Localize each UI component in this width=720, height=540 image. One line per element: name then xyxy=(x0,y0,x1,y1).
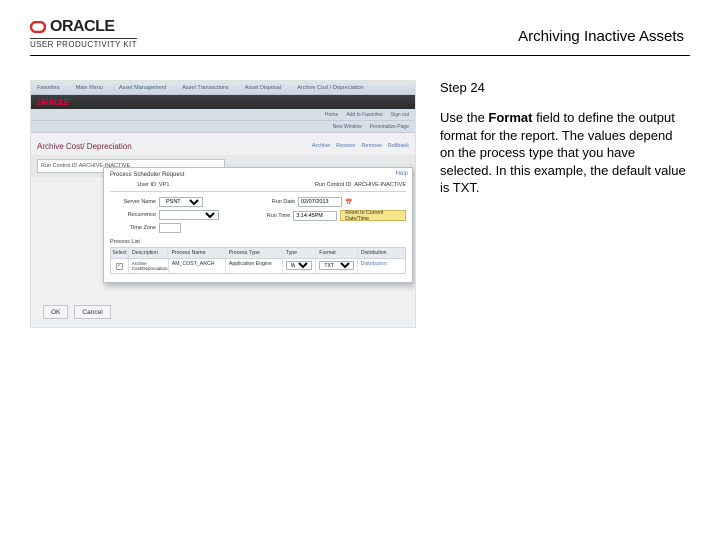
screenshot-panel: Favorites Main Menu Asset Management Ass… xyxy=(30,80,416,328)
modal-title: Process Scheduler Request xyxy=(110,172,406,178)
timezone-label: Time Zone xyxy=(110,225,156,231)
rundate-label: Run Date xyxy=(255,199,295,205)
breadcrumb-actions: New Window Personalize Page xyxy=(31,121,415,133)
nav-item[interactable]: Asset Transactions xyxy=(182,85,228,91)
process-list-header: Process List xyxy=(110,239,406,245)
col-distribution: Distribution xyxy=(358,248,405,258)
cancel-button[interactable]: Cancel xyxy=(74,305,110,319)
instruction-panel: Step 24 Use the Format field to define t… xyxy=(440,80,690,328)
col-process-type: Process Type xyxy=(226,248,283,258)
col-format: Format xyxy=(316,248,357,258)
help-link[interactable]: Help xyxy=(396,171,408,177)
col-type: Type xyxy=(283,248,317,258)
row-select-checkbox[interactable] xyxy=(116,263,123,270)
recurrence-select[interactable] xyxy=(159,210,219,220)
ok-button[interactable]: OK xyxy=(43,305,68,319)
app-subnav: Home Add to Favorites Sign out xyxy=(31,109,415,121)
run-control-value: ARCHIVE-INACTIVE xyxy=(354,182,406,188)
modal-footer-buttons: OK Cancel xyxy=(43,305,111,319)
nav-item[interactable]: Asset Management xyxy=(119,85,166,91)
row-distribution-link[interactable]: Distribution xyxy=(358,259,405,273)
row-description: Archive Cost/Depreciation xyxy=(129,259,169,273)
page-title: Archiving Inactive Assets xyxy=(518,28,684,45)
app-nav-bar: Favorites Main Menu Asset Management Ass… xyxy=(31,81,415,95)
bar-link[interactable]: Restore xyxy=(336,143,355,149)
userid-label: User ID xyxy=(110,182,156,188)
step-description: Use the Format field to define the outpu… xyxy=(440,109,690,197)
bar-link[interactable]: Rollback xyxy=(388,143,409,149)
oracle-o-icon xyxy=(30,21,46,33)
nav-item[interactable]: Favorites xyxy=(37,85,60,91)
row-process-type: Application Engine xyxy=(226,259,283,273)
subnav-item[interactable]: Add to Favorites xyxy=(346,112,382,118)
process-list-grid: Select Description Process Name Process … xyxy=(110,247,406,274)
row-process-name: AM_COST_ARCH xyxy=(169,259,226,273)
brand-subtitle: USER PRODUCTIVITY KIT xyxy=(30,38,137,49)
brand-name: ORACLE xyxy=(50,18,115,36)
userid-value: VP1 xyxy=(159,182,169,188)
col-process-name: Process Name xyxy=(168,248,225,258)
rundate-input[interactable] xyxy=(298,197,342,207)
action-link[interactable]: New Window xyxy=(333,124,362,130)
brand: ORACLE USER PRODUCTIVITY KIT xyxy=(30,18,137,49)
server-select[interactable]: PSNT xyxy=(159,197,203,207)
table-row: Archive Cost/Depreciation AM_COST_ARCH A… xyxy=(111,259,405,273)
action-link[interactable]: Personalize Page xyxy=(370,124,409,130)
runtime-label: Run Time xyxy=(255,213,290,219)
runtime-input[interactable] xyxy=(293,211,337,221)
reset-datetime-button[interactable]: Reset to Current Date/Time xyxy=(340,210,406,221)
page-bar-links: Archive Restore Remove Rollback xyxy=(312,143,409,149)
bar-link[interactable]: Remove xyxy=(361,143,381,149)
process-scheduler-modal: Help Process Scheduler Request User ID V… xyxy=(103,167,413,283)
col-description: Description xyxy=(129,248,168,258)
nav-item[interactable]: Main Menu xyxy=(76,85,103,91)
subnav-item[interactable]: Sign out xyxy=(391,112,409,118)
brand-logo: ORACLE xyxy=(30,18,137,36)
nav-item[interactable]: Archive Cost / Depreciation xyxy=(297,85,364,91)
bar-link[interactable]: Archive xyxy=(312,143,330,149)
row-type-select[interactable]: Web xyxy=(286,261,313,270)
nav-item[interactable]: Asset Disposal xyxy=(245,85,281,91)
step-label: Step 24 xyxy=(440,80,690,95)
recurrence-label: Recurrence xyxy=(110,212,156,218)
subnav-item[interactable]: Home xyxy=(325,112,338,118)
col-select: Select xyxy=(111,248,129,258)
run-control-label: Run Control ID xyxy=(295,182,351,188)
calendar-icon[interactable]: 📅 xyxy=(345,199,352,206)
row-format-select[interactable]: TXT xyxy=(319,261,353,270)
timezone-input[interactable] xyxy=(159,223,181,233)
app-brand: ORACLE xyxy=(37,98,69,107)
server-label: Server Name xyxy=(110,199,156,205)
page-bar: Archive Cost/ Depreciation Archive Resto… xyxy=(31,139,415,153)
page-bar-title: Archive Cost/ Depreciation xyxy=(37,142,132,151)
app-brand-bar: ORACLE xyxy=(31,95,415,109)
